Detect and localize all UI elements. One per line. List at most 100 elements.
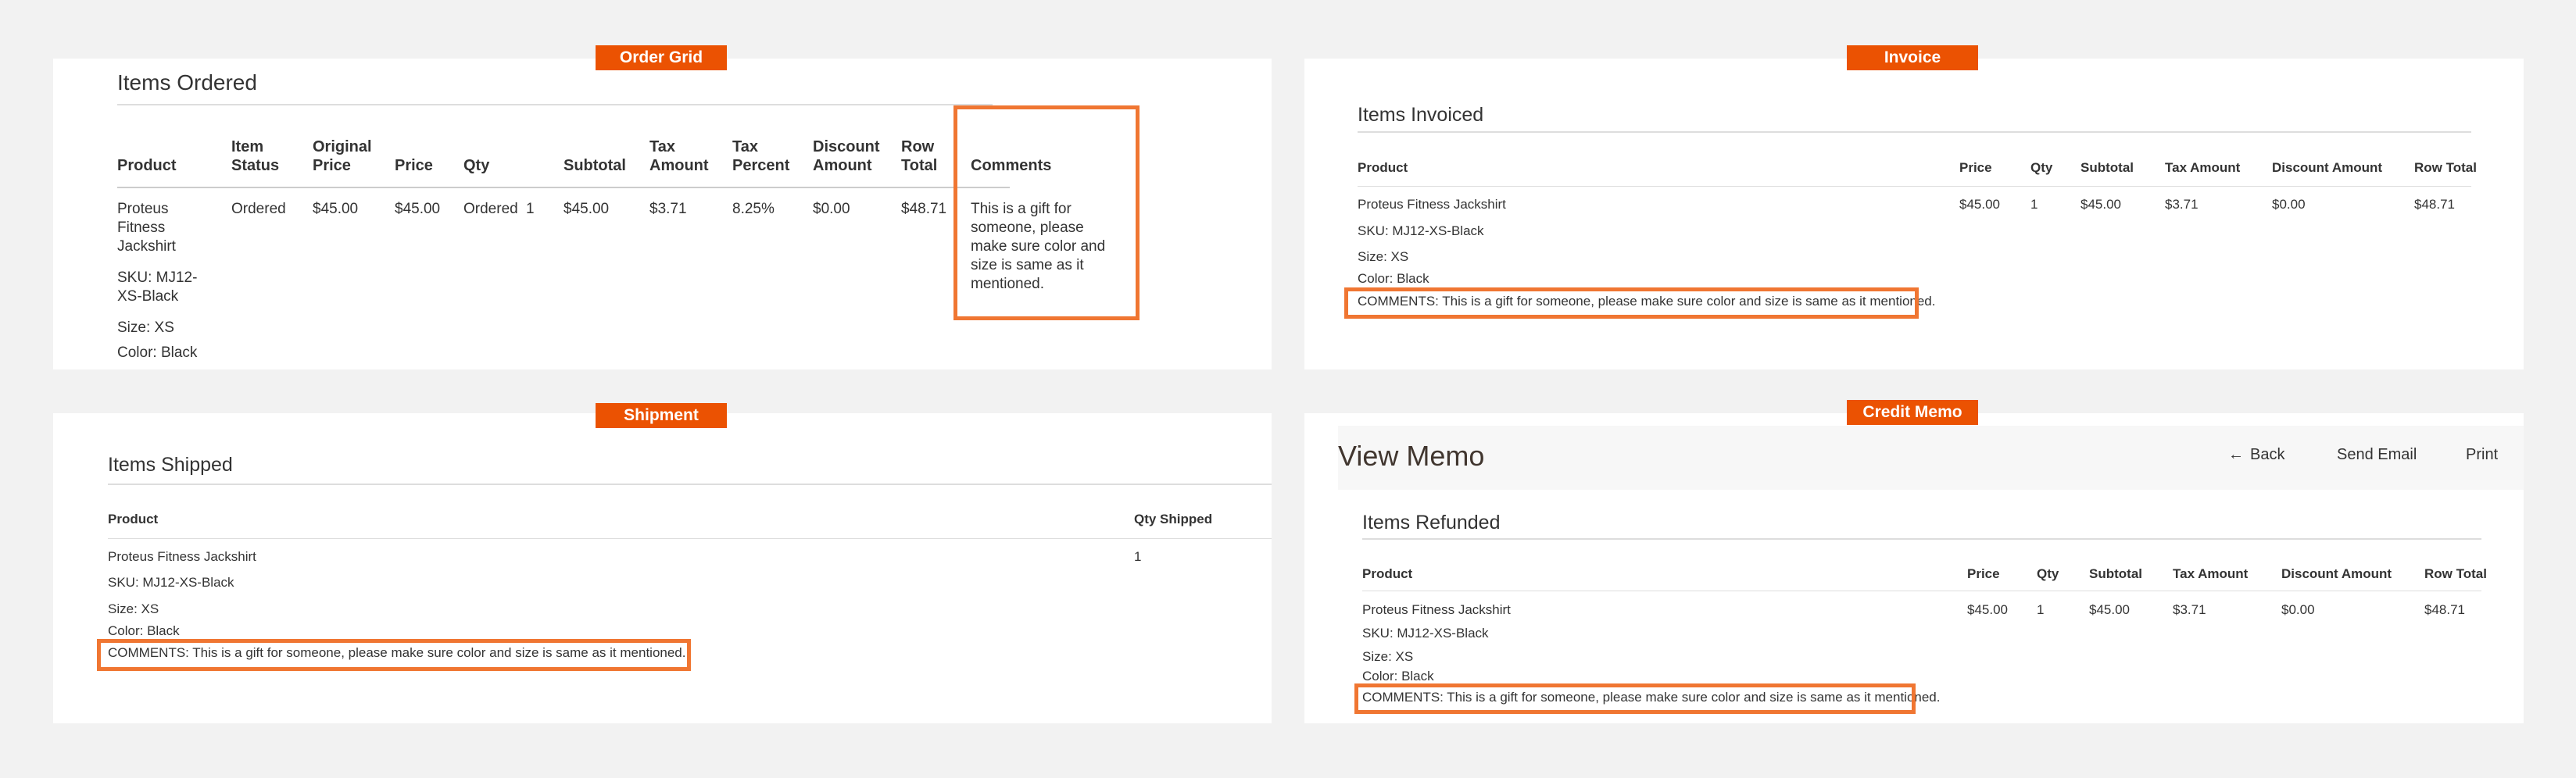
shipment-panel: Items Shipped Product Qty Shipped Proteu… (53, 413, 1272, 723)
header-discount-amount: Discount Amount (2272, 160, 2383, 175)
qty-shipped: 1 (1134, 549, 1142, 564)
print-button[interactable]: Print (2466, 446, 2498, 464)
product-name: Proteus Fitness Jackshirt (1358, 197, 1506, 212)
product-name-line3: Jackshirt (117, 238, 176, 255)
discount-amount: $0.00 (2281, 602, 2315, 617)
items-ordered-title: Items Ordered (117, 70, 257, 95)
comments-column-highlight (953, 105, 1140, 320)
subtotal: $45.00 (564, 201, 610, 217)
header-qty-shipped: Qty Shipped (1134, 512, 1213, 526)
header-row-total: Row Total (901, 137, 937, 175)
header-qty: Qty (2037, 566, 2059, 581)
product-name: Proteus Fitness Jackshirt (1362, 602, 1511, 617)
memo-header-bar: View Memo ← Back Send Email Print (1338, 426, 2524, 490)
product-color: Color: Black (108, 623, 180, 638)
header-discount-amount: Discount Amount (2281, 566, 2392, 581)
header-item-status: Item Status (231, 137, 279, 175)
back-button[interactable]: ← Back (2228, 446, 2284, 464)
qty: 1 (2037, 602, 2045, 617)
header-discount-amount-line1: Discount (813, 138, 880, 155)
header-original-price-line2: Price (313, 157, 351, 174)
tax-percent: 8.25% (732, 201, 775, 217)
row-total: $48.71 (2424, 602, 2465, 617)
items-refunded-divider (1362, 538, 2481, 540)
tax-amount: $3.71 (2165, 197, 2199, 212)
product-sku-line1: SKU: MJ12- (117, 269, 198, 286)
product-sku: SKU: MJ12-XS-Black (1358, 223, 1484, 238)
header-item-status-line1: Item (231, 138, 264, 155)
arrow-left-icon: ← (2228, 446, 2244, 463)
row-total: $48.71 (2414, 197, 2455, 212)
header-subtotal: Subtotal (2089, 566, 2142, 581)
row-total: $48.71 (901, 201, 947, 217)
product-sku-line2: XS-Black (117, 288, 179, 305)
product-size: Size: XS (108, 601, 159, 616)
price: $45.00 (1967, 602, 2008, 617)
send-email-button[interactable]: Send Email (2337, 446, 2417, 464)
product-size: Size: XS (1362, 649, 1414, 664)
qty-ordered-label: Ordered (463, 201, 518, 217)
badge-credit-memo: Credit Memo (1847, 400, 1978, 425)
header-discount-amount-line2: Amount (813, 157, 872, 174)
header-product: Product (1358, 160, 1408, 175)
subtotal: $45.00 (2089, 602, 2130, 617)
product-name-line1: Proteus (117, 201, 169, 217)
product-size: Size: XS (117, 319, 174, 336)
header-tax-amount-line1: Tax (649, 138, 675, 155)
credit-memo-panel: View Memo ← Back Send Email Print Items R… (1304, 413, 2524, 723)
header-product: Product (1362, 566, 1413, 581)
header-subtotal: Subtotal (2080, 160, 2134, 175)
product-name: Proteus Fitness Jackshirt (117, 200, 176, 256)
tax-amount: $3.71 (2173, 602, 2206, 617)
qty-ordered-value: 1 (526, 201, 535, 217)
header-original-price-line1: Original (313, 138, 372, 155)
discount-amount: $0.00 (813, 201, 850, 217)
item-status: Ordered (231, 201, 286, 217)
header-tax-amount-line2: Amount (649, 157, 709, 174)
header-qty: Qty (2030, 160, 2053, 175)
header-tax-percent-line1: Tax (732, 138, 758, 155)
shipment-comments-highlight (97, 639, 691, 671)
original-price: $45.00 (313, 201, 359, 217)
tax-amount: $3.71 (649, 201, 687, 217)
subtotal: $45.00 (2080, 197, 2121, 212)
header-discount-amount: Discount Amount (813, 137, 880, 175)
header-divider (108, 538, 1272, 539)
badge-order-grid: Order Grid (596, 45, 727, 70)
header-price: Price (1967, 566, 2000, 581)
header-tax-amount: Tax Amount (2165, 160, 2241, 175)
items-refunded-title: Items Refunded (1362, 512, 1501, 534)
price: $45.00 (1959, 197, 2000, 212)
product-name-line2: Fitness (117, 219, 166, 236)
product-color: Color: Black (117, 344, 198, 361)
header-product: Product (117, 157, 177, 174)
header-original-price: Original Price (313, 137, 372, 175)
header-row-total: Row Total (2424, 566, 2487, 581)
product-size: Size: XS (1358, 249, 1409, 264)
items-ordered-divider (117, 104, 993, 105)
header-subtotal: Subtotal (564, 157, 626, 174)
price: $45.00 (395, 201, 441, 217)
header-product: Product (108, 512, 159, 526)
product-sku: SKU: MJ12-XS-Black (108, 575, 234, 590)
header-item-status-line2: Status (231, 157, 280, 174)
product-sku: SKU: MJ12- XS-Black (117, 269, 197, 306)
qty: 1 (2030, 197, 2038, 212)
header-divider (1358, 186, 2471, 187)
header-divider (117, 187, 1010, 188)
items-invoiced-divider (1358, 131, 2471, 133)
back-button-label: Back (2250, 446, 2285, 463)
header-row-total-line2: Total (901, 157, 938, 174)
invoice-panel: Items Invoiced Product Price Qty Subtota… (1304, 59, 2524, 369)
product-color: Color: Black (1358, 271, 1429, 286)
page-title: View Memo (1338, 440, 1485, 472)
badge-shipment: Shipment (596, 403, 727, 428)
product-color: Color: Black (1362, 669, 1434, 683)
header-tax-percent: Tax Percent (732, 137, 789, 175)
header-qty: Qty (463, 157, 490, 174)
header-row-total: Row Total (2414, 160, 2477, 175)
discount-amount: $0.00 (2272, 197, 2306, 212)
items-shipped-title: Items Shipped (108, 454, 233, 476)
header-price: Price (395, 157, 433, 174)
items-shipped-divider (108, 484, 1272, 485)
